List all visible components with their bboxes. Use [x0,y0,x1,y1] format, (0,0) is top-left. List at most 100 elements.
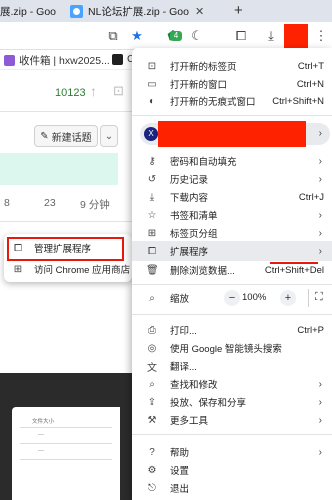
app-icon [112,53,123,65]
menu-passwords[interactable]: ⚷ 密码和自动填充 › [132,151,332,171]
chevron-right-icon: › [318,173,322,185]
separator [132,115,332,116]
menu-tab-groups[interactable]: ⊞ 标签页分组 › [132,223,332,243]
menu-settings[interactable]: ⚙ 设置 [132,460,332,480]
topic-count: 10123 [55,87,86,99]
star-icon: ☆ [147,209,157,221]
menu-item-label: 投放、保存和分享 [170,398,247,409]
download-icon: ⤓ [149,191,155,203]
menu-item-label: 访问 Chrome 应用商店 [34,265,131,276]
key-icon: ⚷ [148,155,156,167]
menu-google-lens[interactable]: ◎ 使用 Google 智能镜头搜索 [132,338,332,358]
window-icon: ▭ [147,78,157,90]
menu-item-label: 使用 Google 智能镜头搜索 [170,344,282,355]
chevron-right-icon: › [318,209,322,221]
close-tab-icon[interactable]: ✕ [195,5,204,18]
divider [0,221,132,222]
shortcut: Ctrl+T [297,60,324,72]
tab-groups-icon: ⊞ [147,227,157,239]
cast-icon[interactable]: ⧉ [104,27,122,45]
tab-title: NL论坛扩展.zip - Goo [88,5,189,18]
separator [308,289,309,307]
chevron-right-icon: › [318,378,322,390]
help-icon: ? [149,446,155,458]
chevron-down-icon[interactable]: ⌄ [100,125,118,147]
menu-cast-save-share[interactable]: ⇪ 投放、保存和分享 › [132,392,332,412]
menu-more-tools[interactable]: ⚒ 更多工具 › [132,410,332,430]
divider [0,111,132,112]
toolbox-icon: ⚒ [147,414,157,426]
dash-icon: — [38,448,44,454]
menu-help[interactable]: ? 帮助 › [132,442,332,462]
menu-exit[interactable]: ⎋ 退出 [132,478,332,498]
download-icon[interactable]: ⤓ [262,27,280,45]
chevron-right-icon: › [318,245,322,257]
favicon-icon [70,4,83,18]
file-size-header: 文件大小 [32,419,55,425]
menu-item-label: 设置 [170,466,190,477]
tab-nl-forum[interactable]: NL论坛扩展.zip - Goo ✕ [70,0,222,22]
chevron-right-icon: › [318,227,322,239]
menu-item-label: 历史记录 [170,175,209,186]
kebab-menu-icon[interactable]: ⋮ [312,27,330,45]
bookmark-inbox[interactable]: 收件箱 | hxw2025... [4,53,110,68]
menu-downloads[interactable]: ⤓ 下载内容 Ctrl+J [132,187,332,207]
moon-icon[interactable]: ☾ [188,27,206,45]
new-tab-icon: ⊡ [147,60,157,72]
menu-item-label: 更多工具 [170,416,209,427]
menu-find-edit[interactable]: ⌕ 查找和修改 › [132,374,332,394]
separator [132,284,332,285]
zoom-in-button[interactable]: + [280,290,296,306]
shortcut: Ctrl+P [297,324,324,336]
menu-item-label: 帮助 [170,448,190,459]
annotation-underline [270,262,318,264]
puzzle-icon[interactable]: ⧠ [232,27,250,45]
new-tab-button[interactable]: + [234,0,243,22]
menu-item-label: 标签页分组 [170,229,218,240]
new-topic-button[interactable]: ✎ 新建话题 [34,125,98,147]
menu-bookmarks[interactable]: ☆ 书签和清单 › [132,205,332,225]
shortcut: Ctrl+Shift+N [272,95,324,107]
separator [132,314,332,315]
store-icon: ⊞ [13,263,23,275]
menu-history[interactable]: ↺ 历史记录 › [132,169,332,189]
robot-icon[interactable]: ⊡ [113,83,124,99]
bookmark-star-icon[interactable]: ★ [128,27,146,45]
menu-item-label: 翻译... [170,362,197,373]
menu-item-label: 查找和修改 [170,380,218,391]
menu-item-label: 书签和清单 [170,211,218,222]
menu-new-tab[interactable]: ⊡ 打开新的标签页 Ctrl+T [132,56,332,76]
tab-zip-download[interactable]: 展.zip - Goo ✕ [0,0,62,22]
stat-value: 9 分钟 [80,199,110,211]
stat-value: 23 [44,197,56,209]
divider [20,443,112,444]
chrome-web-store-item[interactable]: ⊞ 访问 Chrome 应用商店 [4,259,132,279]
shortcut: Ctrl+N [296,78,324,90]
stat-value: 8 [4,197,10,209]
menu-incognito[interactable]: ◐ 打开新的无痕式窗口 Ctrl+Shift+N [132,91,332,111]
menu-translate[interactable]: 文 翻译... [132,356,332,376]
chevron-right-icon: › [318,414,322,426]
separator [132,434,332,435]
translate-icon: 文 [147,362,157,374]
chrome-main-menu: ⊡ 打开新的标签页 Ctrl+T ▭ 打开新的窗口 Ctrl+N ◐ 打开新的无… [132,48,332,500]
zoom-icon: ⌕ [149,292,155,304]
menu-item-label: 扩展程序 [170,247,209,258]
edit-icon: ✎ [40,130,49,142]
zoom-out-button[interactable]: − [224,290,240,306]
dash-icon: — [38,432,44,438]
shortcut: Ctrl+Shift+Del [264,264,324,276]
arrow-up-icon[interactable]: ↑ [90,83,97,99]
trash-icon: 🗑 [146,264,159,276]
file-panel [12,407,120,500]
extension-badge: 4 [170,31,182,41]
menu-print[interactable]: ⎙ 打印... Ctrl+P [132,320,332,340]
new-topic-label: 新建话题 [51,132,92,144]
divider [20,427,112,428]
exit-icon: ⎋ [148,482,156,494]
menu-item-label: 退出 [170,484,190,495]
fullscreen-icon[interactable]: ⛶ [315,291,323,304]
menu-extensions[interactable]: ⧠ 扩展程序 › [132,241,332,261]
chevron-right-icon: › [318,396,322,408]
redacted-profile [158,121,306,147]
